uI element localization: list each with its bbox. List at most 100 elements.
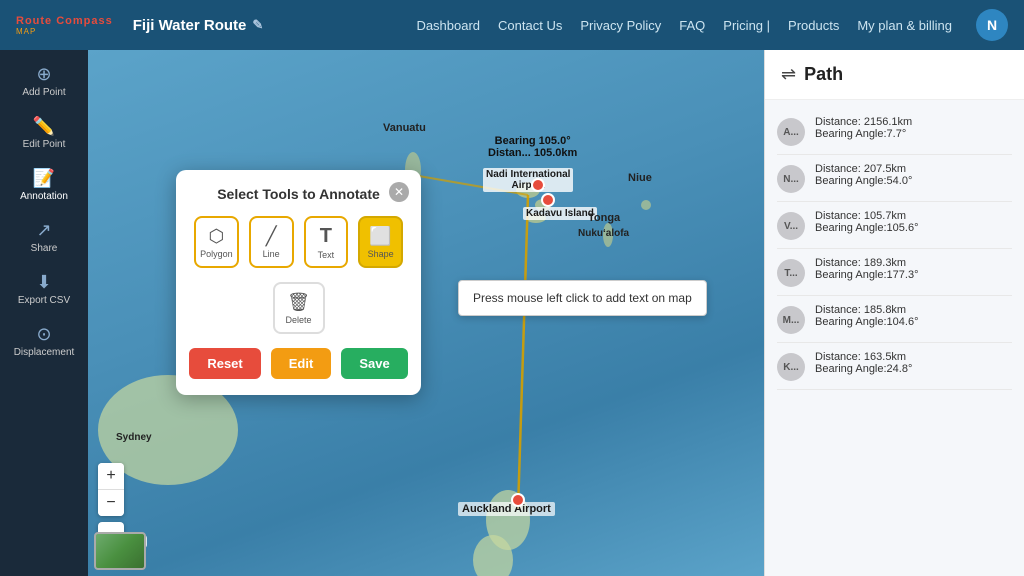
add-point-icon: ⊕ <box>36 64 51 85</box>
distance-label: Distan... 105.0km <box>488 147 577 159</box>
tool-line[interactable]: ╱ Line <box>249 216 294 268</box>
path-dot-0: A... <box>777 118 805 146</box>
path-dot-2: V... <box>777 212 805 240</box>
shape-icon: ⬜ <box>369 226 391 247</box>
path-list: A... Distance: 2156.1km Bearing Angle:7.… <box>765 100 1024 576</box>
share-icon: ↗ <box>36 220 51 241</box>
delete-label: Delete <box>285 315 311 325</box>
tool-polygon[interactable]: ⬡ Polygon <box>194 216 239 268</box>
nav-billing[interactable]: My plan & billing <box>857 18 952 33</box>
displacement-icon: ⊙ <box>36 324 51 345</box>
tool-grid: ⬡ Polygon ╱ Line T Text ⬜ Shape <box>194 216 403 268</box>
path-info-3: Distance: 189.3km Bearing Angle:177.3° <box>815 257 1012 281</box>
edit-point-icon: ✏️ <box>33 116 55 137</box>
edit-button[interactable]: Edit <box>271 348 332 379</box>
left-sidebar: ⊕ Add Point ✏️ Edit Point 📝 Annotation ↗… <box>0 50 88 576</box>
route-title: Fiji Water Route ✎ <box>133 17 264 34</box>
tool-delete[interactable]: 🗑 Delete <box>273 282 325 334</box>
path-bearing-3: Bearing Angle:177.3° <box>815 269 1012 281</box>
sidebar-label-edit-point: Edit Point <box>23 139 66 150</box>
path-bearing-1: Bearing Angle:54.0° <box>815 175 1012 187</box>
main-layout: ⊕ Add Point ✏️ Edit Point 📝 Annotation ↗… <box>0 50 1024 576</box>
path-info-1: Distance: 207.5km Bearing Angle:54.0° <box>815 163 1012 187</box>
sidebar-item-export-csv[interactable]: ⬇ Export CSV <box>4 266 84 312</box>
text-label: Text <box>318 250 335 260</box>
nav-faq[interactable]: FAQ <box>679 18 705 33</box>
tooltip-text: Press mouse left click to add text on ma… <box>473 291 692 305</box>
logo-bottom: MAP <box>16 27 113 36</box>
delete-row: 🗑 Delete <box>194 282 403 334</box>
map-tooltip: Press mouse left click to add text on ma… <box>458 280 707 316</box>
sidebar-label-displacement: Displacement <box>14 347 75 358</box>
path-info-5: Distance: 163.5km Bearing Angle:24.8° <box>815 351 1012 375</box>
path-dist-4: Distance: 185.8km <box>815 304 1012 316</box>
path-info-4: Distance: 185.8km Bearing Angle:104.6° <box>815 304 1012 328</box>
tool-text[interactable]: T Text <box>304 216 349 268</box>
sidebar-label-add-point: Add Point <box>22 87 65 98</box>
nav-privacy[interactable]: Privacy Policy <box>580 18 661 33</box>
logo-top: Route Compass <box>16 15 113 27</box>
nav-pricing[interactable]: Pricing | <box>723 18 770 33</box>
text-icon: T <box>320 225 332 248</box>
edit-title-icon[interactable]: ✎ <box>252 17 263 33</box>
path-info-0: Distance: 2156.1km Bearing Angle:7.7° <box>815 116 1012 140</box>
header: Route Compass MAP Fiji Water Route ✎ Das… <box>0 0 1024 50</box>
path-dist-2: Distance: 105.7km <box>815 210 1012 222</box>
path-dot-3: T... <box>777 259 805 287</box>
map-area[interactable]: Bearing 105.0° Distan... 105.0km Nadi In… <box>88 50 764 576</box>
path-dot-5: K... <box>777 353 805 381</box>
path-item-2: V... Distance: 105.7km Bearing Angle:105… <box>777 202 1012 249</box>
zoom-out-button[interactable]: − <box>98 490 124 516</box>
nav-dashboard[interactable]: Dashboard <box>416 18 480 33</box>
path-bearing-0: Bearing Angle:7.7° <box>815 128 1012 140</box>
path-dist-0: Distance: 2156.1km <box>815 116 1012 128</box>
path-dot-4: M... <box>777 306 805 334</box>
path-item-1: N... Distance: 207.5km Bearing Angle:54.… <box>777 155 1012 202</box>
path-item-0: A... Distance: 2156.1km Bearing Angle:7.… <box>777 108 1012 155</box>
sidebar-label-annotation: Annotation <box>20 191 68 202</box>
map-type-thumbnail[interactable] <box>94 532 146 570</box>
sidebar-item-share[interactable]: ↗ Share <box>4 214 84 260</box>
nav-links: Dashboard Contact Us Privacy Policy FAQ … <box>416 9 1008 41</box>
bearing-info: Bearing 105.0° Distan... 105.0km <box>488 135 577 159</box>
sidebar-label-share: Share <box>31 243 58 254</box>
path-bearing-5: Bearing Angle:24.8° <box>815 363 1012 375</box>
save-button[interactable]: Save <box>341 348 407 379</box>
popup-close-button[interactable]: ✕ <box>389 182 409 202</box>
path-item-4: M... Distance: 185.8km Bearing Angle:104… <box>777 296 1012 343</box>
path-dist-3: Distance: 189.3km <box>815 257 1012 269</box>
sidebar-item-displacement[interactable]: ⊙ Displacement <box>4 318 84 364</box>
sidebar-item-annotation[interactable]: 📝 Annotation <box>4 162 84 208</box>
delete-icon: 🗑 <box>287 292 310 313</box>
line-icon: ╱ <box>266 226 277 247</box>
path-dist-1: Distance: 207.5km <box>815 163 1012 175</box>
sidebar-item-edit-point[interactable]: ✏️ Edit Point <box>4 110 84 156</box>
path-item-3: T... Distance: 189.3km Bearing Angle:177… <box>777 249 1012 296</box>
zoom-controls: + − <box>98 463 124 516</box>
annotation-icon: 📝 <box>33 168 55 189</box>
nav-contact[interactable]: Contact Us <box>498 18 562 33</box>
path-bearing-2: Bearing Angle:105.6° <box>815 222 1012 234</box>
logo-area: Route Compass MAP <box>16 15 113 36</box>
panel-title-icon: ⇌ <box>781 64 796 85</box>
user-avatar[interactable]: N <box>976 9 1008 41</box>
map-marker-auckland <box>511 493 525 507</box>
tool-shape[interactable]: ⬜ Shape <box>358 216 403 268</box>
nav-products[interactable]: Products <box>788 18 839 33</box>
polygon-icon: ⬡ <box>209 226 225 247</box>
path-item-5: K... Distance: 163.5km Bearing Angle:24.… <box>777 343 1012 390</box>
annotation-popup: Select Tools to Annotate ✕ ⬡ Polygon ╱ L… <box>176 170 421 395</box>
bearing-label: Bearing 105.0° <box>488 135 577 147</box>
sidebar-item-add-point[interactable]: ⊕ Add Point <box>4 58 84 104</box>
action-buttons: Reset Edit Save <box>194 348 403 379</box>
path-dist-5: Distance: 163.5km <box>815 351 1012 363</box>
reset-button[interactable]: Reset <box>189 348 260 379</box>
line-label: Line <box>263 249 280 259</box>
popup-title: Select Tools to Annotate <box>194 186 403 202</box>
export-csv-icon: ⬇ <box>36 272 51 293</box>
polygon-label: Polygon <box>200 249 233 259</box>
panel-title-text: Path <box>804 64 843 85</box>
route-title-text: Fiji Water Route <box>133 17 247 34</box>
zoom-in-button[interactable]: + <box>98 463 124 489</box>
path-dot-1: N... <box>777 165 805 193</box>
